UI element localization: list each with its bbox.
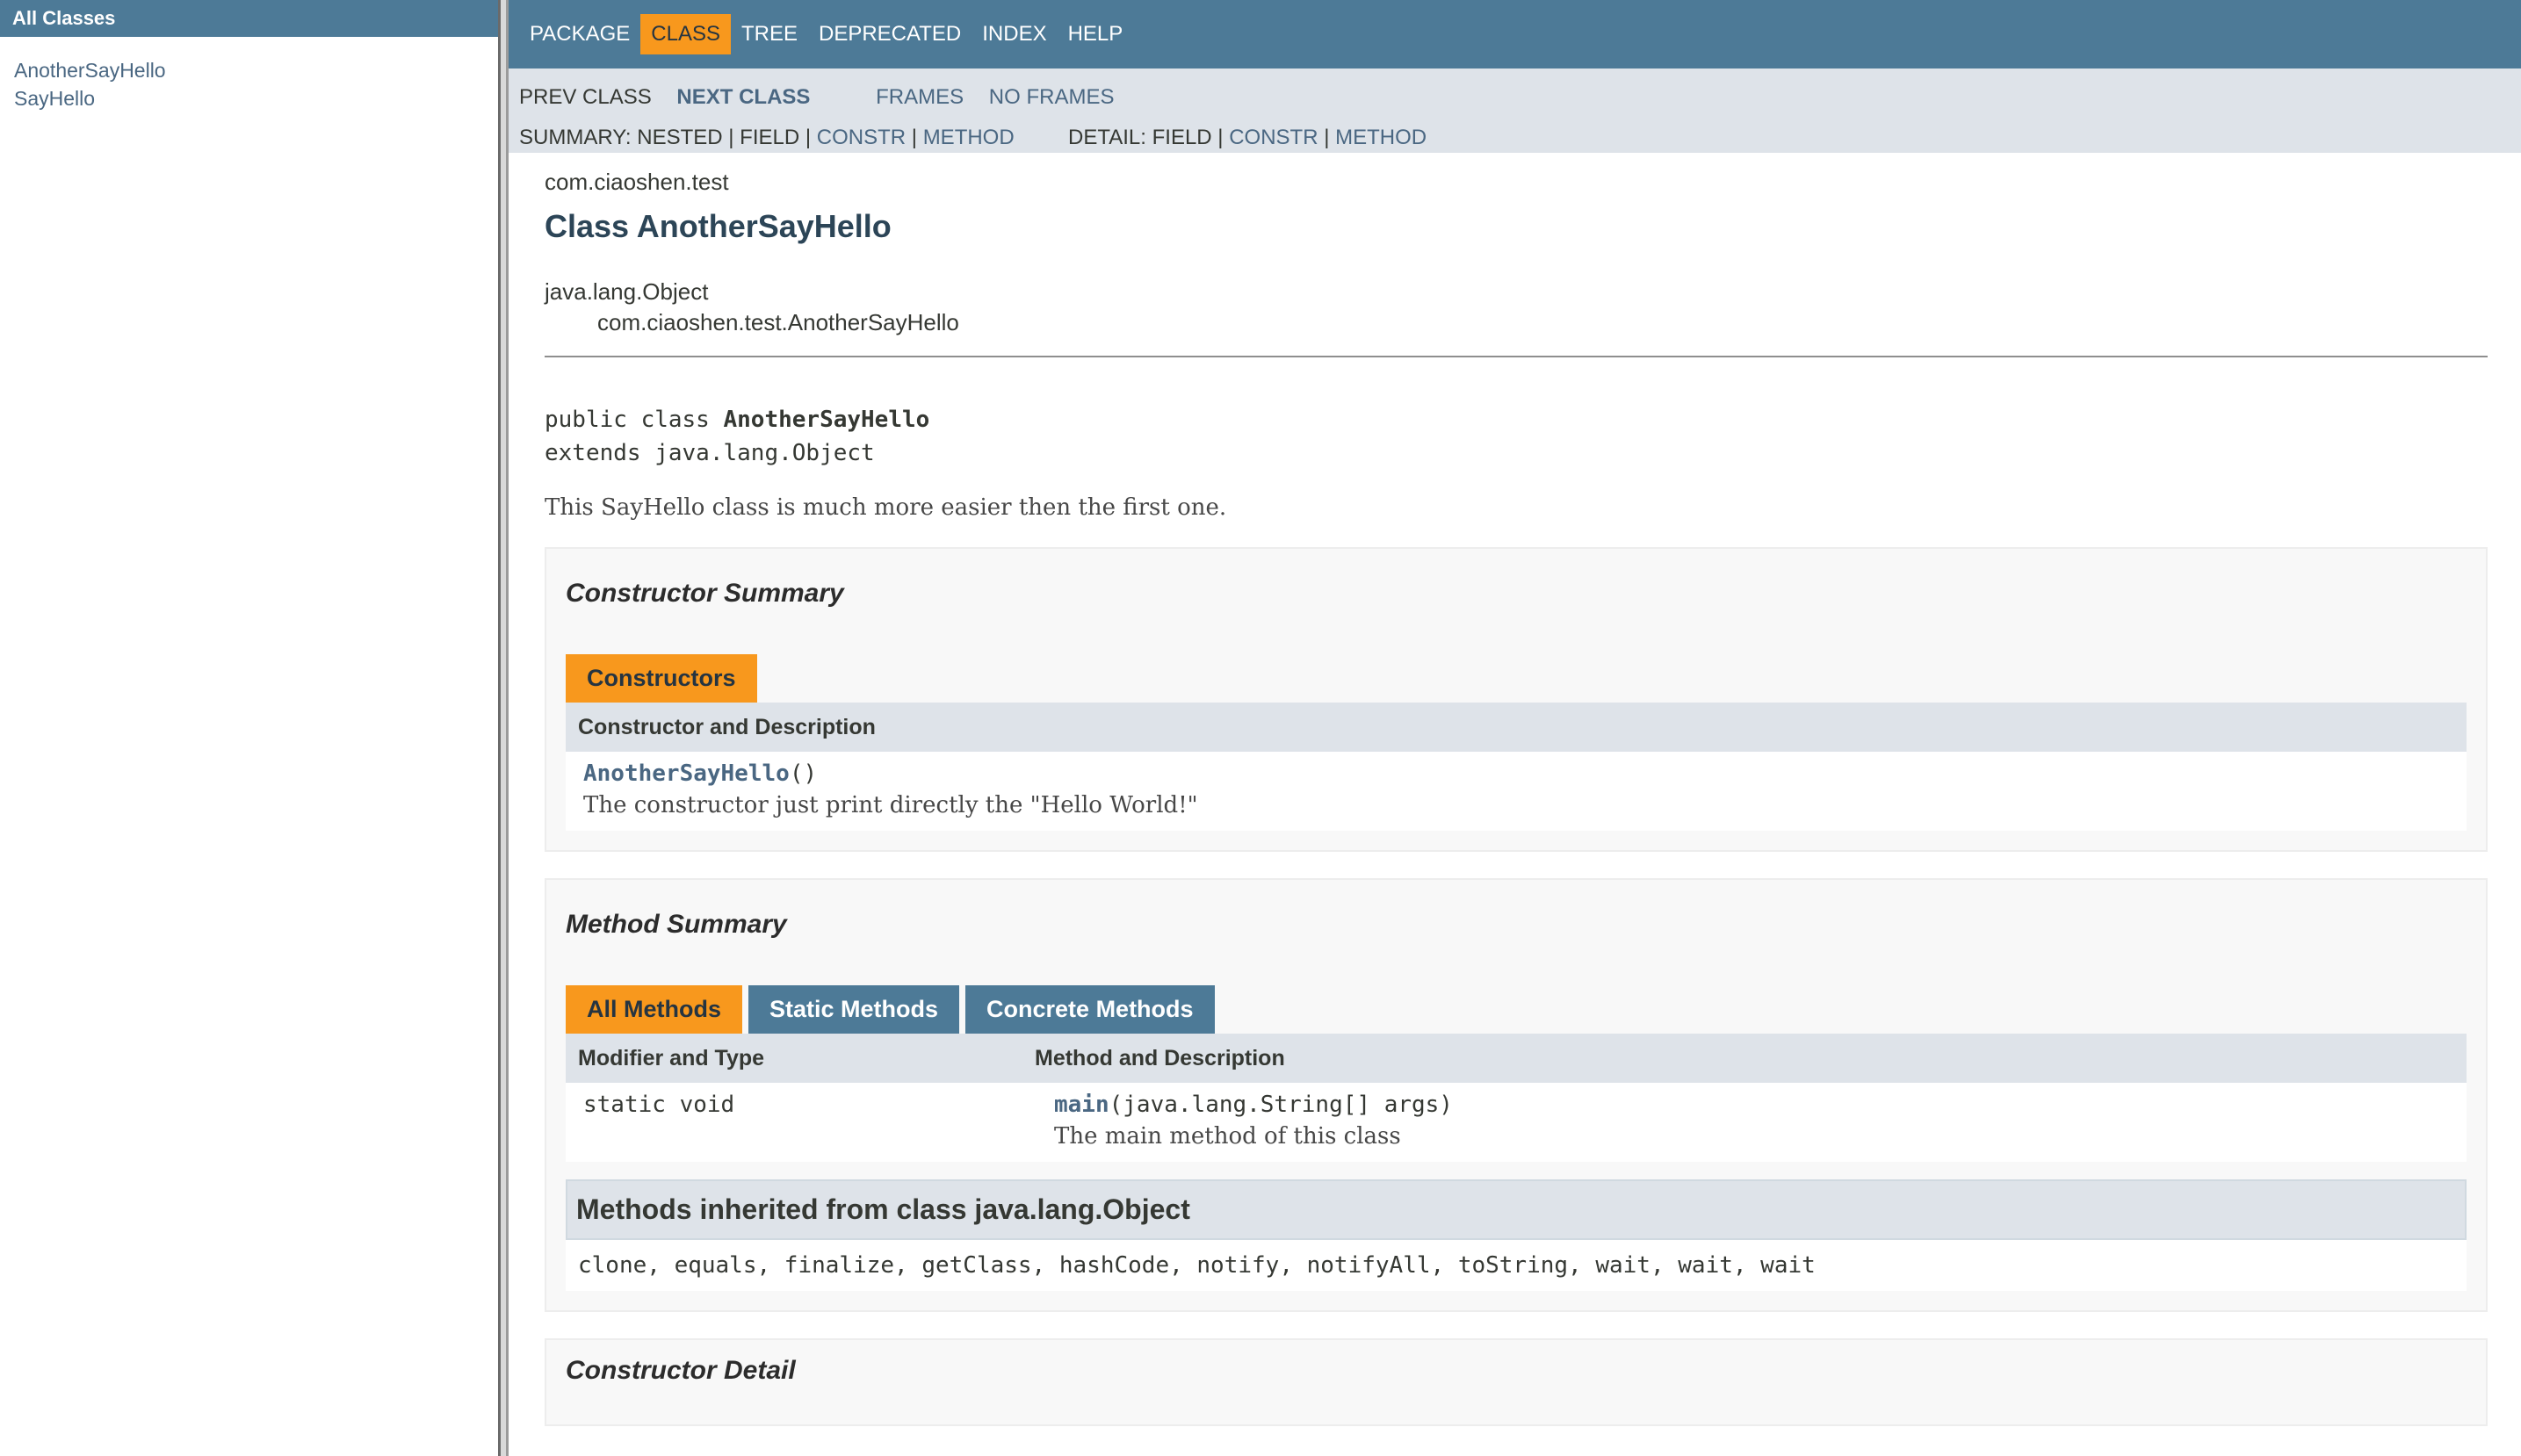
no-frames-link[interactable]: NO FRAMES [989, 85, 1115, 109]
class-link-anothersayhello[interactable]: AnotherSayHello [14, 56, 498, 84]
nav-deprecated[interactable]: DEPRECATED [808, 14, 972, 54]
column-constructor-description: Constructor and Description [578, 715, 876, 739]
method-description: The main method of this class [1054, 1123, 1401, 1150]
constructor-summary: Constructor Summary Constructors Constru… [545, 547, 2488, 852]
method-modifier: static void [583, 1092, 735, 1118]
summary-label: SUMMARY: NESTED | FIELD | [519, 126, 812, 149]
inherit-child: com.ciaoshen.test.AnotherSayHello [597, 309, 959, 335]
signature-name: AnotherSayHello [723, 407, 930, 433]
frame-divider[interactable] [498, 0, 509, 1456]
summary-separator: | [911, 126, 918, 149]
detail-method-link[interactable]: METHOD [1335, 126, 1427, 149]
method-summary: Method Summary All Methods Static Method… [545, 878, 2488, 1312]
constructor-row: AnotherSayHello() The constructor just p… [566, 752, 2467, 831]
nav-package[interactable]: PACKAGE [519, 14, 640, 54]
constructor-description: The constructor just print directly the … [583, 792, 1198, 818]
method-table-header: Modifier and Type Method and Description [566, 1034, 2467, 1083]
constructor-summary-title: Constructor Summary [566, 579, 844, 608]
class-link-sayhello[interactable]: SayHello [14, 84, 498, 112]
tab-constructors: Constructors [566, 654, 757, 703]
method-link-main[interactable]: main [1054, 1092, 1109, 1118]
detail-separator: | [1324, 126, 1330, 149]
detail-constr-link[interactable]: CONSTR [1229, 126, 1318, 149]
method-params: (java.lang.String[] args) [1109, 1092, 1453, 1118]
frames-link[interactable]: FRAMES [876, 85, 964, 109]
method-summary-title: Method Summary [566, 910, 787, 939]
sub-nav-bar: PREV CLASS NEXT CLASS FRAMES NO FRAMES S… [509, 68, 2521, 153]
class-description: This SayHello class is much more easier … [545, 494, 1227, 521]
prev-class-label: PREV CLASS [519, 85, 652, 109]
inherit-parent: java.lang.Object [545, 278, 709, 305]
page-title: Class AnotherSayHello [545, 208, 892, 244]
inherited-methods-list: clone, equals, finalize, getClass, hashC… [566, 1240, 2467, 1291]
signature-prefix: public class [545, 407, 724, 433]
constructor-detail-title: Constructor Detail [545, 1338, 2488, 1426]
next-class-link[interactable]: NEXT CLASS [676, 85, 810, 109]
tab-concrete-methods[interactable]: Concrete Methods [965, 985, 1215, 1034]
column-modifier-type: Modifier and Type [578, 1046, 765, 1070]
constructor-table-header: Constructor and Description [566, 703, 2467, 752]
inherited-methods-title: Methods inherited from class java.lang.O… [566, 1179, 2467, 1240]
package-name: com.ciaoshen.test [545, 169, 729, 195]
nav-index[interactable]: INDEX [972, 14, 1057, 54]
summary-method-link[interactable]: METHOD [923, 126, 1015, 149]
column-method-description: Method and Description [1035, 1046, 1285, 1070]
constructor-params: () [789, 760, 818, 787]
divider [545, 356, 2488, 357]
signature-extends: extends java.lang.Object [545, 440, 875, 466]
top-nav-bar: PACKAGE CLASS TREE DEPRECATED INDEX HELP [509, 0, 2521, 68]
nav-help[interactable]: HELP [1058, 14, 1134, 54]
class-list: AnotherSayHello SayHello [0, 37, 498, 112]
class-signature: public class AnotherSayHello extends jav… [545, 403, 2488, 470]
inheritance-tree: java.lang.Object com.ciaoshen.test.Anoth… [545, 278, 2488, 336]
table-row: static void main(java.lang.String[] args… [566, 1083, 2467, 1162]
all-classes-heading: All Classes [0, 0, 498, 37]
nav-class: CLASS [640, 14, 731, 54]
tab-static-methods[interactable]: Static Methods [748, 985, 960, 1034]
all-classes-frame: All Classes AnotherSayHello SayHello [0, 0, 498, 1456]
class-content: com.ciaoshen.test Class AnotherSayHello … [509, 169, 2521, 1426]
summary-constr-link[interactable]: CONSTR [817, 126, 906, 149]
tab-all-methods[interactable]: All Methods [566, 985, 742, 1034]
detail-label: DETAIL: FIELD | [1068, 126, 1224, 149]
constructor-link[interactable]: AnotherSayHello [583, 760, 790, 787]
nav-tree[interactable]: TREE [731, 14, 808, 54]
class-frame: PACKAGE CLASS TREE DEPRECATED INDEX HELP… [509, 0, 2521, 1456]
